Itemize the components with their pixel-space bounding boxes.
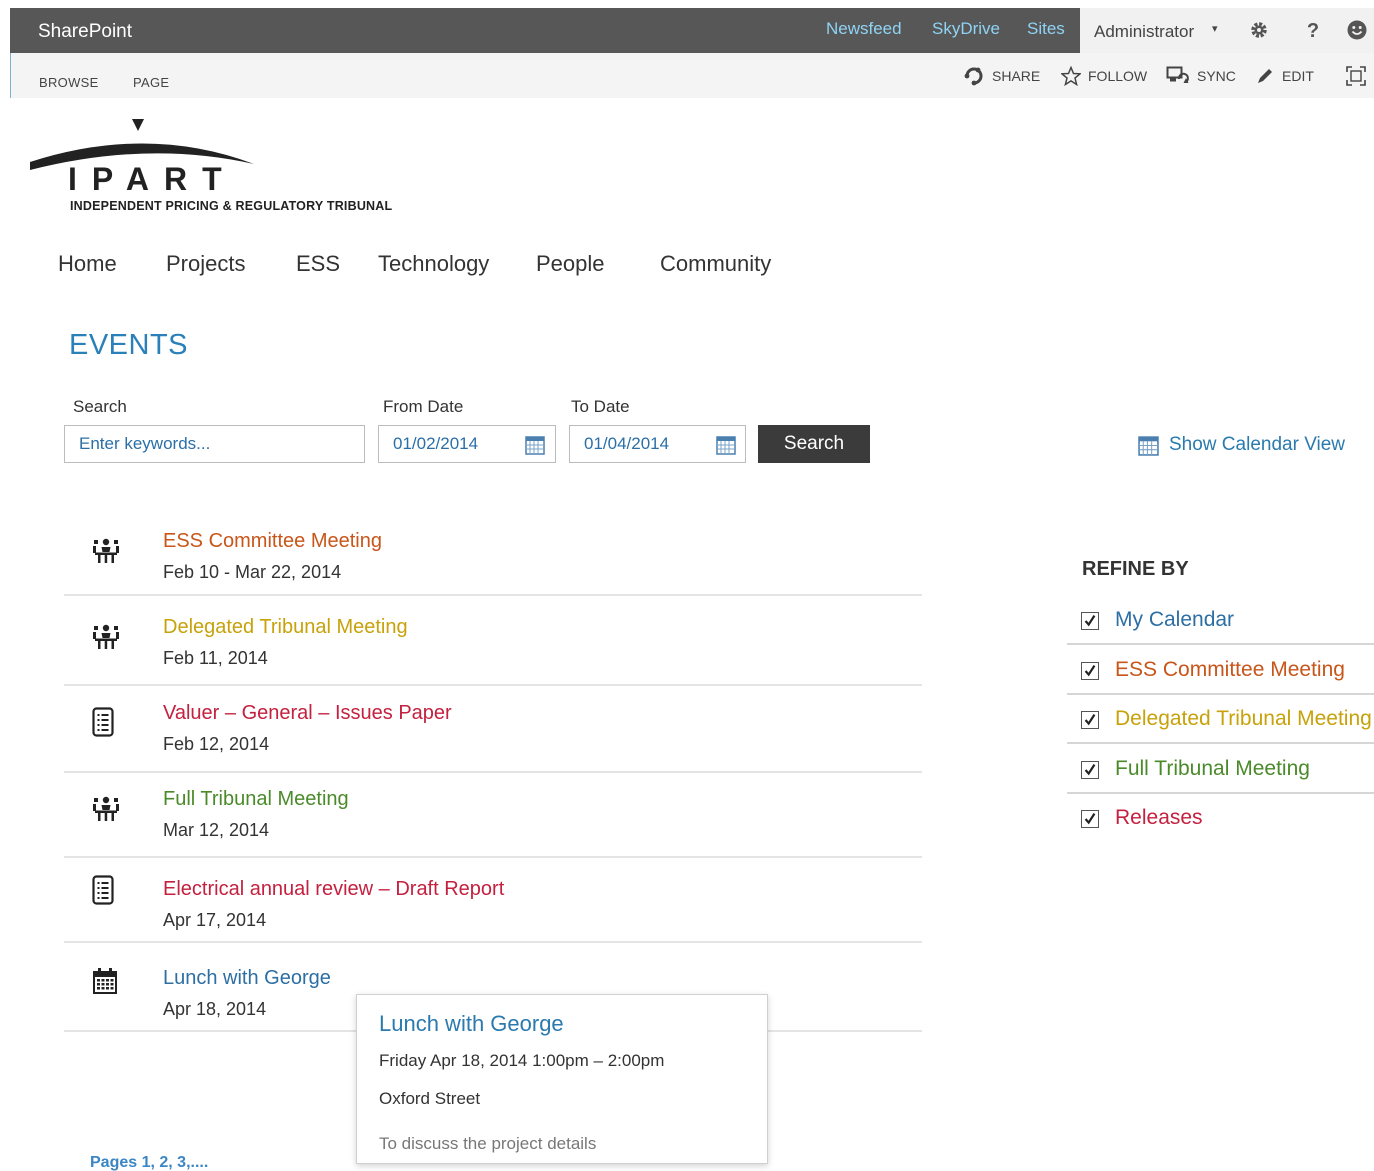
event-date: Apr 18, 2014 xyxy=(163,999,267,1019)
tab-page[interactable]: PAGE xyxy=(133,75,169,90)
refine-item-delegated-tribunal[interactable]: Delegated Tribunal Meeting xyxy=(1067,696,1374,744)
edit-button[interactable]: EDIT xyxy=(1255,66,1314,86)
meeting-icon xyxy=(93,538,119,563)
event-row: Delegated Tribunal Meeting Feb 11, 2014 xyxy=(64,611,922,686)
edit-label: EDIT xyxy=(1282,68,1314,84)
skydrive-link[interactable]: SkyDrive xyxy=(932,19,1000,39)
document-icon xyxy=(92,707,114,737)
follow-button[interactable]: FOLLOW xyxy=(1061,66,1147,86)
from-date-field[interactable]: 01/02/2014 xyxy=(378,425,556,463)
search-label: Search xyxy=(73,397,127,416)
ribbon-bar: BROWSE PAGE SHARE FOLLOW SYNC EDIT xyxy=(10,53,1374,98)
nav-community[interactable]: Community xyxy=(660,251,771,277)
sync-button[interactable]: SYNC xyxy=(1166,66,1236,86)
show-calendar-view-link[interactable]: Show Calendar View xyxy=(1138,434,1345,456)
newsfeed-link[interactable]: Newsfeed xyxy=(826,19,902,39)
share-icon xyxy=(964,67,983,86)
nav-home[interactable]: Home xyxy=(58,251,117,277)
popup-description: To discuss the project details xyxy=(379,1134,597,1153)
pagination[interactable]: Pages 1, 2, 3,.... xyxy=(90,1154,208,1171)
event-date: Feb 11, 2014 xyxy=(163,648,268,668)
calendar-icon xyxy=(93,968,117,994)
document-icon xyxy=(92,875,114,905)
refine-label[interactable]: Delegated Tribunal Meeting xyxy=(1115,707,1372,731)
share-button[interactable]: SHARE xyxy=(963,66,1040,86)
event-date: Mar 12, 2014 xyxy=(163,820,270,840)
event-title[interactable]: Valuer – General – Issues Paper xyxy=(163,702,452,725)
refine-label[interactable]: Full Tribunal Meeting xyxy=(1115,757,1310,781)
sync-label: SYNC xyxy=(1197,68,1236,84)
logo-wordmark: IPART xyxy=(68,161,237,197)
nav-people[interactable]: People xyxy=(536,251,605,277)
event-title[interactable]: Delegated Tribunal Meeting xyxy=(163,616,408,639)
popup-when: Friday Apr 18, 2014 1:00pm – 2:00pm xyxy=(379,1051,665,1070)
settings-gear-icon[interactable] xyxy=(1248,19,1270,41)
refine-label[interactable]: Releases xyxy=(1115,806,1203,830)
search-input[interactable]: Enter keywords... xyxy=(64,425,365,463)
show-calendar-view-label: Show Calendar View xyxy=(1169,434,1346,455)
meeting-icon xyxy=(93,624,119,649)
event-date: Feb 12, 2014 xyxy=(163,734,270,754)
event-hover-card: Lunch with George Friday Apr 18, 2014 1:… xyxy=(356,994,768,1164)
search-placeholder: Enter keywords... xyxy=(79,434,211,453)
checkbox[interactable] xyxy=(1081,711,1099,729)
ipart-logo-graphic: IPART xyxy=(30,119,254,197)
sites-link[interactable]: Sites xyxy=(1027,19,1065,39)
checkbox[interactable] xyxy=(1081,612,1099,630)
refine-item-releases[interactable]: Releases xyxy=(1067,795,1374,843)
event-date: Apr 17, 2014 xyxy=(163,910,267,930)
checkbox[interactable] xyxy=(1081,810,1099,828)
refine-label[interactable]: My Calendar xyxy=(1115,608,1234,632)
calendar-picker-icon[interactable] xyxy=(525,435,545,455)
logo-subtitle: INDEPENDENT PRICING & REGULATORY TRIBUNA… xyxy=(70,199,393,213)
user-name[interactable]: Administrator xyxy=(1094,22,1194,42)
event-title[interactable]: ESS Committee Meeting xyxy=(163,530,382,553)
tab-browse[interactable]: BROWSE xyxy=(39,75,99,90)
suite-bar: SharePoint Newsfeed SkyDrive Sites Admin… xyxy=(10,8,1374,53)
refine-item-full-tribunal[interactable]: Full Tribunal Meeting xyxy=(1067,746,1374,794)
meeting-icon xyxy=(93,796,119,821)
event-title[interactable]: Full Tribunal Meeting xyxy=(163,788,349,811)
refine-by-title: REFINE BY xyxy=(1082,558,1189,580)
user-smiley-icon[interactable] xyxy=(1346,19,1368,41)
event-title[interactable]: Lunch with George xyxy=(163,967,331,990)
checkbox[interactable] xyxy=(1081,761,1099,779)
share-label: SHARE xyxy=(992,68,1041,84)
popup-title[interactable]: Lunch with George xyxy=(379,1011,564,1037)
follow-label: FOLLOW xyxy=(1088,68,1148,84)
help-question-icon[interactable]: ? xyxy=(1302,19,1324,41)
nav-technology[interactable]: Technology xyxy=(378,251,489,277)
popup-where: Oxford Street xyxy=(379,1089,481,1108)
star-icon xyxy=(1061,66,1081,86)
nav-projects[interactable]: Projects xyxy=(166,251,245,277)
refine-item-my-calendar[interactable]: My Calendar xyxy=(1067,597,1374,645)
event-row: Full Tribunal Meeting Mar 12, 2014 xyxy=(64,783,922,858)
focus-mode-icon[interactable] xyxy=(1345,65,1367,87)
from-date-label: From Date xyxy=(383,397,464,416)
event-row: Electrical annual review – Draft Report … xyxy=(64,873,922,943)
to-date-label: To Date xyxy=(571,397,630,416)
calendar-view-icon xyxy=(1138,435,1159,456)
nav-ess[interactable]: ESS xyxy=(296,251,340,277)
event-title[interactable]: Electrical annual review – Draft Report xyxy=(163,878,504,901)
refine-label[interactable]: ESS Committee Meeting xyxy=(1115,658,1345,682)
sync-icon xyxy=(1166,66,1189,83)
svg-text:?: ? xyxy=(1307,20,1319,41)
page-title: EVENTS xyxy=(69,329,189,361)
chevron-down-icon: ▾ xyxy=(1212,23,1218,35)
sharepoint-brand[interactable]: SharePoint xyxy=(38,21,132,43)
event-row: ESS Committee Meeting Feb 10 - Mar 22, 2… xyxy=(64,525,922,596)
to-date-field[interactable]: 01/04/2014 xyxy=(569,425,746,463)
event-date: Feb 10 - Mar 22, 2014 xyxy=(163,562,342,582)
pencil-icon xyxy=(1258,69,1272,83)
search-button[interactable]: Search xyxy=(758,425,870,463)
to-date-value: 01/04/2014 xyxy=(584,434,670,453)
user-menu[interactable]: Administrator ▾ ? xyxy=(1080,8,1374,53)
from-date-value: 01/02/2014 xyxy=(393,434,479,453)
calendar-picker-icon[interactable] xyxy=(716,435,736,455)
checkbox[interactable] xyxy=(1081,662,1099,680)
refine-item-ess-committee[interactable]: ESS Committee Meeting xyxy=(1067,647,1374,695)
event-row: Valuer – General – Issues Paper Feb 12, … xyxy=(64,697,922,773)
